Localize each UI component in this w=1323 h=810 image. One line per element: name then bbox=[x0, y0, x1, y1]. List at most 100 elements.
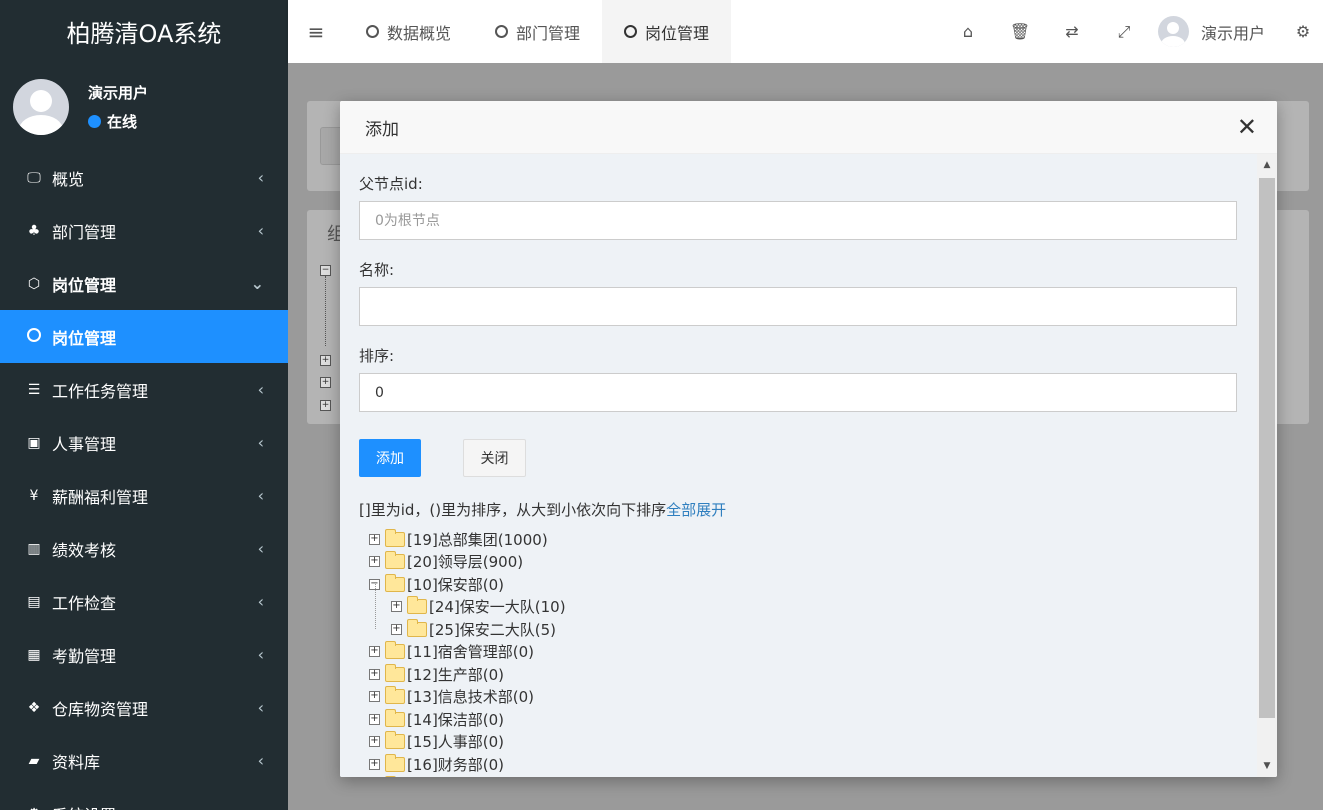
add-button[interactable]: 添加 bbox=[359, 439, 421, 477]
folder-icon bbox=[385, 528, 405, 547]
tab-department[interactable]: 部门管理 bbox=[473, 0, 602, 63]
close-button[interactable]: 关闭 bbox=[463, 439, 526, 477]
tree-node[interactable]: +[17]行政部(0) bbox=[359, 776, 1217, 777]
sidebar-item-inspection[interactable]: ▤ 工作检查 ‹ bbox=[0, 575, 288, 628]
scroll-up-icon[interactable]: ▲ bbox=[1257, 156, 1277, 174]
sidebar-item-position[interactable]: ⬡ 岗位管理 ⌄ bbox=[0, 257, 288, 310]
sort-input[interactable] bbox=[359, 373, 1237, 412]
list-icon: ☰ bbox=[27, 381, 41, 398]
expand-icon[interactable]: + bbox=[369, 713, 380, 725]
sidebar-item-hr[interactable]: ▣ 人事管理 ‹ bbox=[0, 416, 288, 469]
user-panel: 演示用户 在线 bbox=[0, 63, 288, 151]
folder-icon bbox=[407, 596, 427, 615]
tree-node-label[interactable]: [25]保安二大队(5) bbox=[429, 619, 556, 640]
calendar-icon: ▦ bbox=[27, 646, 41, 663]
parent-id-input[interactable] bbox=[359, 201, 1237, 240]
expand-icon[interactable]: + bbox=[369, 533, 380, 545]
expand-icon[interactable]: + bbox=[369, 758, 380, 770]
tree-node[interactable]: + [11]宿舍管理部(0) bbox=[359, 641, 1217, 664]
dialog-scrollbar[interactable]: ▲ ▼ bbox=[1257, 154, 1277, 777]
tree-node[interactable]: + [16]财务部(0) bbox=[359, 753, 1217, 776]
scroll-down-icon[interactable]: ▼ bbox=[1257, 757, 1277, 775]
tree-hint: []里为id，()里为排序，从大到小依次向下排序全部展开 bbox=[359, 499, 1217, 520]
tree-node-label[interactable]: [17]行政部(0) bbox=[407, 776, 504, 777]
tree-node[interactable]: + [20]领导层(900) bbox=[359, 551, 1217, 574]
cube-icon: ⬡ bbox=[27, 275, 41, 292]
header-user-menu[interactable]: 演示用户 bbox=[1157, 16, 1265, 47]
tree-node-label[interactable]: [20]领导层(900) bbox=[407, 551, 523, 572]
expand-icon[interactable]: + bbox=[369, 736, 380, 748]
tree-node-label[interactable]: [14]保洁部(0) bbox=[407, 709, 504, 730]
sidebar-item-performance[interactable]: ▥ 绩效考核 ‹ bbox=[0, 522, 288, 575]
sidebar-item-warehouse[interactable]: ❖ 仓库物资管理 ‹ bbox=[0, 681, 288, 734]
tree-node-label[interactable]: [15]人事部(0) bbox=[407, 731, 504, 752]
expand-icon[interactable]: + bbox=[391, 601, 402, 613]
user-status: 在线 bbox=[88, 111, 148, 132]
scroll-thumb[interactable] bbox=[1259, 178, 1275, 718]
department-tree: + [19]总部集团(1000) + [20]领导层(900) − [10]保安部(0) +… bbox=[359, 528, 1217, 777]
tree-node-label[interactable]: [16]财务部(0) bbox=[407, 754, 504, 775]
tree-node-label[interactable]: [24]保安一大队(10) bbox=[429, 596, 566, 617]
chevron-left-icon: ‹ bbox=[257, 751, 264, 770]
tree-node-label[interactable]: [11]宿舍管理部(0) bbox=[407, 641, 534, 662]
fullscreen-icon[interactable]: ⤢ bbox=[1098, 22, 1150, 42]
tree-node-label[interactable]: [10]保安部(0) bbox=[407, 574, 504, 595]
app-title: 柏腾清OA系统 bbox=[66, 20, 222, 48]
sidebar-item-tasks[interactable]: ☰ 工作任务管理 ‹ bbox=[0, 363, 288, 416]
avatar bbox=[13, 79, 69, 135]
tree-node-label[interactable]: [12]生产部(0) bbox=[407, 664, 504, 685]
tree-node[interactable]: + [14]保洁部(0) bbox=[359, 708, 1217, 731]
close-icon[interactable]: ✕ bbox=[1237, 115, 1257, 139]
menu-toggle-icon[interactable]: ≡ bbox=[288, 20, 344, 44]
user-status-label: 在线 bbox=[107, 113, 138, 131]
sidebar-item-label: 部门管理 bbox=[52, 222, 117, 242]
sitemap-icon: ♣ bbox=[27, 222, 41, 239]
chevron-left-icon: ‹ bbox=[257, 380, 264, 399]
expand-icon[interactable]: + bbox=[369, 646, 380, 658]
expand-all-link[interactable]: 全部展开 bbox=[666, 501, 726, 519]
tree-node-label[interactable]: [19]总部集团(1000) bbox=[407, 529, 548, 550]
sidebar-item-settings[interactable]: ⚙ 系统设置 ‹ bbox=[0, 787, 288, 810]
tree-node[interactable]: + [25]保安二大队(5) bbox=[359, 618, 1217, 641]
dialog-title: 添加 bbox=[365, 119, 399, 140]
sidebar-item-attendance[interactable]: ▦ 考勤管理 ‹ bbox=[0, 628, 288, 681]
expand-icon[interactable]: + bbox=[369, 556, 380, 568]
tab-label: 数据概览 bbox=[387, 23, 452, 43]
folder-icon bbox=[385, 686, 405, 705]
sidebar-item-department[interactable]: ♣ 部门管理 ‹ bbox=[0, 204, 288, 257]
expand-icon[interactable]: + bbox=[391, 623, 402, 635]
folder-icon bbox=[407, 618, 427, 637]
sort-label: 排序: bbox=[359, 347, 395, 365]
tree-node-label[interactable]: [13]信息技术部(0) bbox=[407, 686, 534, 707]
home-icon[interactable]: ⌂ bbox=[942, 22, 994, 41]
sidebar-item-library[interactable]: ▰ 资料库 ‹ bbox=[0, 734, 288, 787]
tab-position[interactable]: 岗位管理 bbox=[602, 0, 732, 63]
expand-icon[interactable]: + bbox=[369, 668, 380, 680]
tree-node[interactable]: − [10]保安部(0) bbox=[359, 573, 1217, 596]
sidebar-item-label: 绩效考核 bbox=[52, 540, 117, 560]
folder-icon bbox=[385, 731, 405, 750]
tab-data-overview[interactable]: 数据概览 bbox=[344, 0, 473, 63]
expand-icon: + bbox=[320, 400, 331, 411]
folder-icon bbox=[385, 753, 405, 772]
trash-icon[interactable]: 🗑 bbox=[994, 22, 1046, 41]
book-icon: ▰ bbox=[28, 752, 40, 769]
tree-node[interactable]: + [15]人事部(0) bbox=[359, 731, 1217, 754]
tree-node[interactable]: + [24]保安一大队(10) bbox=[359, 596, 1217, 619]
tree-line bbox=[375, 584, 376, 629]
header-user-name: 演示用户 bbox=[1200, 23, 1265, 43]
tab-label: 部门管理 bbox=[516, 23, 581, 43]
tree-node[interactable]: + [13]信息技术部(0) bbox=[359, 686, 1217, 709]
circle-icon bbox=[624, 25, 638, 38]
name-input[interactable] bbox=[359, 287, 1237, 326]
tree-node[interactable]: + [12]生产部(0) bbox=[359, 663, 1217, 686]
translate-icon[interactable]: ⇄ bbox=[1046, 22, 1098, 41]
settings-icon[interactable]: ⚙ bbox=[1283, 22, 1323, 41]
circle-icon bbox=[495, 25, 509, 38]
sidebar-item-label: 工作任务管理 bbox=[52, 381, 149, 401]
tree-node[interactable]: + [19]总部集团(1000) bbox=[359, 528, 1217, 551]
sidebar-item-salary[interactable]: ¥ 薪酬福利管理 ‹ bbox=[0, 469, 288, 522]
expand-icon[interactable]: + bbox=[369, 691, 380, 703]
sidebar-subitem-position[interactable]: 岗位管理 bbox=[0, 310, 288, 363]
sidebar-item-overview[interactable]: 🖵 概览 ‹ bbox=[0, 151, 288, 204]
